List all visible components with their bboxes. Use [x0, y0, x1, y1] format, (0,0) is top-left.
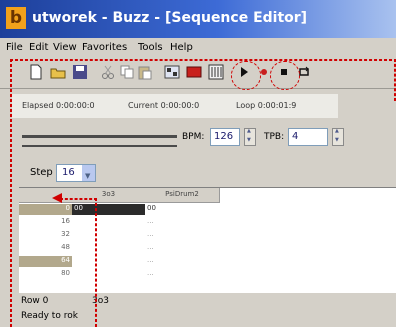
bpm-spinner[interactable]	[244, 128, 256, 146]
machines-icon[interactable]	[164, 64, 180, 80]
grid-cell[interactable]: ...	[145, 243, 219, 254]
paste-icon[interactable]	[137, 64, 153, 80]
menu-favorites[interactable]: Favorites	[82, 42, 127, 53]
playback-status: Elapsed 0:00:00:0 Current 0:00:00:0 Loop…	[12, 94, 338, 118]
annotation-circle-play	[270, 61, 300, 90]
save-icon[interactable]	[72, 64, 88, 80]
row-indicator: Row 0	[21, 296, 49, 306]
row-label[interactable]: 64	[19, 256, 72, 267]
loop-time: Loop 0:00:01:9	[236, 101, 297, 110]
tpb-spinner[interactable]	[332, 128, 344, 146]
step-dropdown[interactable]: 16	[56, 164, 96, 184]
sequence-editor-icon[interactable]	[208, 64, 224, 80]
bpm-input[interactable]: 126	[210, 128, 240, 146]
sequence-grid[interactable]: 3o3 PsiDrum2 0 00 00 16 ... 32 ... 48 ..…	[19, 187, 396, 294]
grid-cell[interactable]: ...	[145, 217, 219, 228]
bpm-label: BPM:	[182, 132, 205, 142]
grid-cell[interactable]: ...	[145, 256, 219, 267]
buzz-app-icon: b	[6, 7, 26, 29]
window-title: utworek - Buzz - [Sequence Editor]	[32, 10, 308, 26]
corner-header	[19, 188, 73, 203]
menu-bar: File Edit View Favorites Tools Help	[0, 38, 396, 58]
annotation-arrow-stem	[95, 198, 97, 327]
row-label[interactable]: 48	[19, 243, 72, 254]
elapsed-time: Elapsed 0:00:00:0	[22, 101, 95, 110]
toolbar	[0, 58, 396, 89]
annotation-arrow-line	[60, 198, 97, 200]
menu-tools[interactable]: Tools	[138, 42, 163, 53]
patterns-icon[interactable]	[186, 64, 202, 80]
step-selector: Step 16	[20, 162, 140, 184]
copy-icon[interactable]	[119, 64, 135, 80]
grid-cell[interactable]: 00	[145, 204, 219, 215]
grid-cell[interactable]: ...	[145, 230, 219, 241]
row-label[interactable]: 32	[19, 230, 72, 241]
status-bar: Row 0 3o3 Ready to rok	[19, 293, 396, 325]
position-slider[interactable]	[22, 145, 177, 147]
new-icon[interactable]	[28, 64, 44, 80]
menu-view[interactable]: View	[53, 42, 77, 53]
column-header-psidrum2[interactable]: PsiDrum2	[145, 188, 220, 203]
menu-help[interactable]: Help	[170, 42, 193, 53]
grid-cell[interactable]: 00	[72, 204, 145, 215]
cut-icon[interactable]	[100, 64, 116, 80]
annotation-line-left	[10, 59, 12, 327]
arrow-left-icon	[52, 193, 62, 203]
grid-cell[interactable]: ...	[145, 269, 219, 280]
row-label[interactable]: 16	[19, 217, 72, 228]
menu-edit[interactable]: Edit	[29, 42, 48, 53]
chevron-down-icon[interactable]	[82, 165, 95, 184]
volume-slider[interactable]	[22, 135, 177, 138]
step-label: Step	[30, 167, 53, 178]
open-icon[interactable]	[50, 64, 66, 80]
row-label[interactable]: 80	[19, 269, 72, 280]
column-header-3o3[interactable]: 3o3	[72, 188, 146, 203]
row-label[interactable]: 0	[19, 204, 72, 215]
step-value: 16	[62, 167, 75, 178]
tpb-label: TPB:	[264, 132, 285, 142]
tempo-controls: BPM: 126 TPB: 4	[12, 126, 396, 156]
current-time: Current 0:00:00:0	[128, 101, 200, 110]
tpb-input[interactable]: 4	[288, 128, 328, 146]
ready-status: Ready to rok	[21, 311, 78, 321]
annotation-circle-sequence	[231, 61, 261, 90]
title-bar: b utworek - Buzz - [Sequence Editor]	[0, 0, 396, 38]
annotation-line-top	[10, 59, 396, 61]
menu-file[interactable]: File	[6, 42, 23, 53]
